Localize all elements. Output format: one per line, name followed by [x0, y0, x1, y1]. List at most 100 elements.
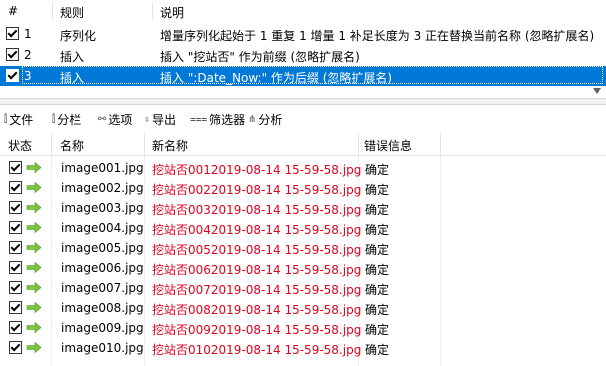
rule-number: 1: [24, 27, 32, 41]
file-new-name: 挖站否0052019-08-14 15-59-58.jpg: [152, 243, 362, 257]
options-menu-button[interactable]: ⚯ 选项: [98, 111, 132, 127]
toolbar-label: 选项: [108, 112, 133, 127]
rule-name: 插入: [60, 50, 85, 64]
file-status: 确定: [365, 163, 390, 177]
file-new-name: 挖站否0012019-08-14 15-59-58.jpg: [152, 163, 362, 177]
arrow-right-icon: [26, 162, 42, 173]
scroll-down-icon[interactable]: [593, 88, 601, 94]
filter-menu-button[interactable]: ⩶ 筛选器: [190, 111, 245, 127]
rule-row[interactable]: 1 序列化 增量序列化起始于 1 重复 1 增量 1 补足长度为 3 正在替换当…: [0, 24, 606, 44]
file-checkbox[interactable]: [9, 161, 22, 174]
options-icon: ⚯: [98, 113, 107, 125]
file-row[interactable]: image003.jpg 挖站否0032019-08-14 15-59-58.jp…: [0, 198, 606, 218]
file-row[interactable]: image010.jpg 挖站否0102019-08-14 15-59-58.jp…: [0, 338, 606, 358]
file-row[interactable]: image009.jpg 挖站否0092019-08-14 15-59-58.jp…: [0, 318, 606, 338]
file-checkbox[interactable]: [9, 201, 22, 214]
file-new-name: 挖站否0072019-08-14 15-59-58.jpg: [152, 283, 362, 297]
file-status: 确定: [365, 283, 390, 297]
file-row[interactable]: image002.jpg 挖站否0022019-08-14 15-59-58.jp…: [0, 178, 606, 198]
rule-number: 2: [24, 48, 32, 62]
rule-name: 序列化: [60, 29, 97, 43]
rule-description: 插入 "挖站否" 作为前缀 (忽略扩展名): [160, 50, 360, 64]
arrow-right-icon: [26, 202, 42, 213]
arrow-right-icon: [26, 322, 42, 333]
col-separator[interactable]: [358, 133, 359, 155]
toolbar-label: 导出: [152, 112, 177, 127]
file-name: image007.jpg: [61, 281, 144, 295]
arrow-right-icon: [26, 182, 42, 193]
files-col-newname[interactable]: 新名称: [152, 137, 188, 154]
file-checkbox[interactable]: [9, 181, 22, 194]
file-row[interactable]: image001.jpg 挖站否0012019-08-14 15-59-58.jp…: [0, 158, 606, 178]
file-new-name: 挖站否0032019-08-14 15-59-58.jpg: [152, 203, 362, 217]
file-status: 确定: [365, 223, 390, 237]
file-name: image006.jpg: [61, 261, 144, 275]
file-row[interactable]: image006.jpg 挖站否0062019-08-14 15-59-58.jp…: [0, 258, 606, 278]
file-checkbox[interactable]: [9, 341, 22, 354]
toolbar-label: 筛选器: [209, 112, 246, 127]
file-status: 确定: [365, 183, 390, 197]
rule-checkbox[interactable]: [6, 69, 19, 82]
file-name: image008.jpg: [61, 301, 144, 315]
file-name: image001.jpg: [61, 161, 144, 175]
rule-checkbox[interactable]: [6, 27, 19, 40]
file-checkbox[interactable]: [9, 261, 22, 274]
rule-checkbox[interactable]: [6, 48, 19, 61]
rules-col-num[interactable]: #: [8, 4, 18, 18]
analyze-menu-button[interactable]: ⋔ 分析: [248, 111, 282, 127]
columns-icon: ⫿: [52, 113, 56, 125]
columns-menu-button[interactable]: ⫿ 分栏: [52, 111, 81, 127]
export-icon: ⇳: [144, 113, 151, 125]
arrow-right-icon: [26, 242, 42, 253]
file-icon: ⫿: [4, 113, 8, 125]
rules-header: # 规则 说明: [0, 0, 606, 22]
analyze-icon: ⋔: [248, 113, 257, 125]
rule-number: 3: [24, 69, 32, 83]
file-name: image002.jpg: [61, 181, 144, 195]
filter-icon: ⩶: [190, 113, 208, 125]
arrow-right-icon: [26, 342, 42, 353]
file-status: 确定: [365, 303, 390, 317]
toolbar-label: 分栏: [57, 112, 82, 127]
rule-row-selected[interactable]: 3 插入 插入 ":Date_Now:" 作为后缀 (忽略扩展名): [0, 66, 606, 86]
file-status: 确定: [365, 323, 390, 337]
file-new-name: 挖站否0092019-08-14 15-59-58.jpg: [152, 323, 362, 337]
file-checkbox[interactable]: [9, 241, 22, 254]
rules-col-rule[interactable]: 规则: [60, 4, 84, 21]
arrow-right-icon: [26, 282, 42, 293]
file-row[interactable]: image008.jpg 挖站否0082019-08-14 15-59-58.jp…: [0, 298, 606, 318]
arrow-right-icon: [26, 222, 42, 233]
col-separator[interactable]: [51, 133, 52, 155]
col-separator[interactable]: [144, 133, 145, 155]
file-checkbox[interactable]: [9, 321, 22, 334]
panel-splitter[interactable]: [0, 98, 606, 105]
file-checkbox[interactable]: [9, 301, 22, 314]
file-name: image005.jpg: [61, 241, 144, 255]
col-separator[interactable]: [52, 2, 53, 20]
files-col-state[interactable]: 状态: [8, 137, 32, 154]
file-checkbox[interactable]: [9, 281, 22, 294]
file-status: 确定: [365, 243, 390, 257]
file-row[interactable]: image005.jpg 挖站否0052019-08-14 15-59-58.jp…: [0, 238, 606, 258]
file-status: 确定: [365, 263, 390, 277]
file-row[interactable]: image004.jpg 挖站否0042019-08-14 15-59-58.jp…: [0, 218, 606, 238]
files-col-name[interactable]: 名称: [60, 137, 84, 154]
toolbar-label: 文件: [9, 112, 34, 127]
file-name: image010.jpg: [61, 341, 144, 355]
files-header: 状态 名称 新名称 错误信息: [0, 133, 606, 156]
rule-row[interactable]: 2 插入 插入 "挖站否" 作为前缀 (忽略扩展名): [0, 45, 606, 65]
file-name: image003.jpg: [61, 201, 144, 215]
rules-panel: # 规则 说明 1 序列化 增量序列化起始于 1 重复 1 增量 1 补足长度为…: [0, 0, 606, 96]
file-new-name: 挖站否0062019-08-14 15-59-58.jpg: [152, 263, 362, 277]
export-menu-button[interactable]: ⇳ 导出: [144, 111, 176, 127]
file-new-name: 挖站否0082019-08-14 15-59-58.jpg: [152, 303, 362, 317]
file-checkbox[interactable]: [9, 221, 22, 234]
rules-col-desc[interactable]: 说明: [160, 4, 184, 21]
files-col-error[interactable]: 错误信息: [364, 137, 412, 154]
arrow-right-icon: [26, 302, 42, 313]
col-separator[interactable]: [440, 133, 441, 155]
col-separator[interactable]: [152, 2, 153, 20]
file-menu-button[interactable]: ⫿ 文件: [4, 111, 33, 127]
file-status: 确定: [365, 343, 390, 357]
file-row[interactable]: image007.jpg 挖站否0072019-08-14 15-59-58.jp…: [0, 278, 606, 298]
